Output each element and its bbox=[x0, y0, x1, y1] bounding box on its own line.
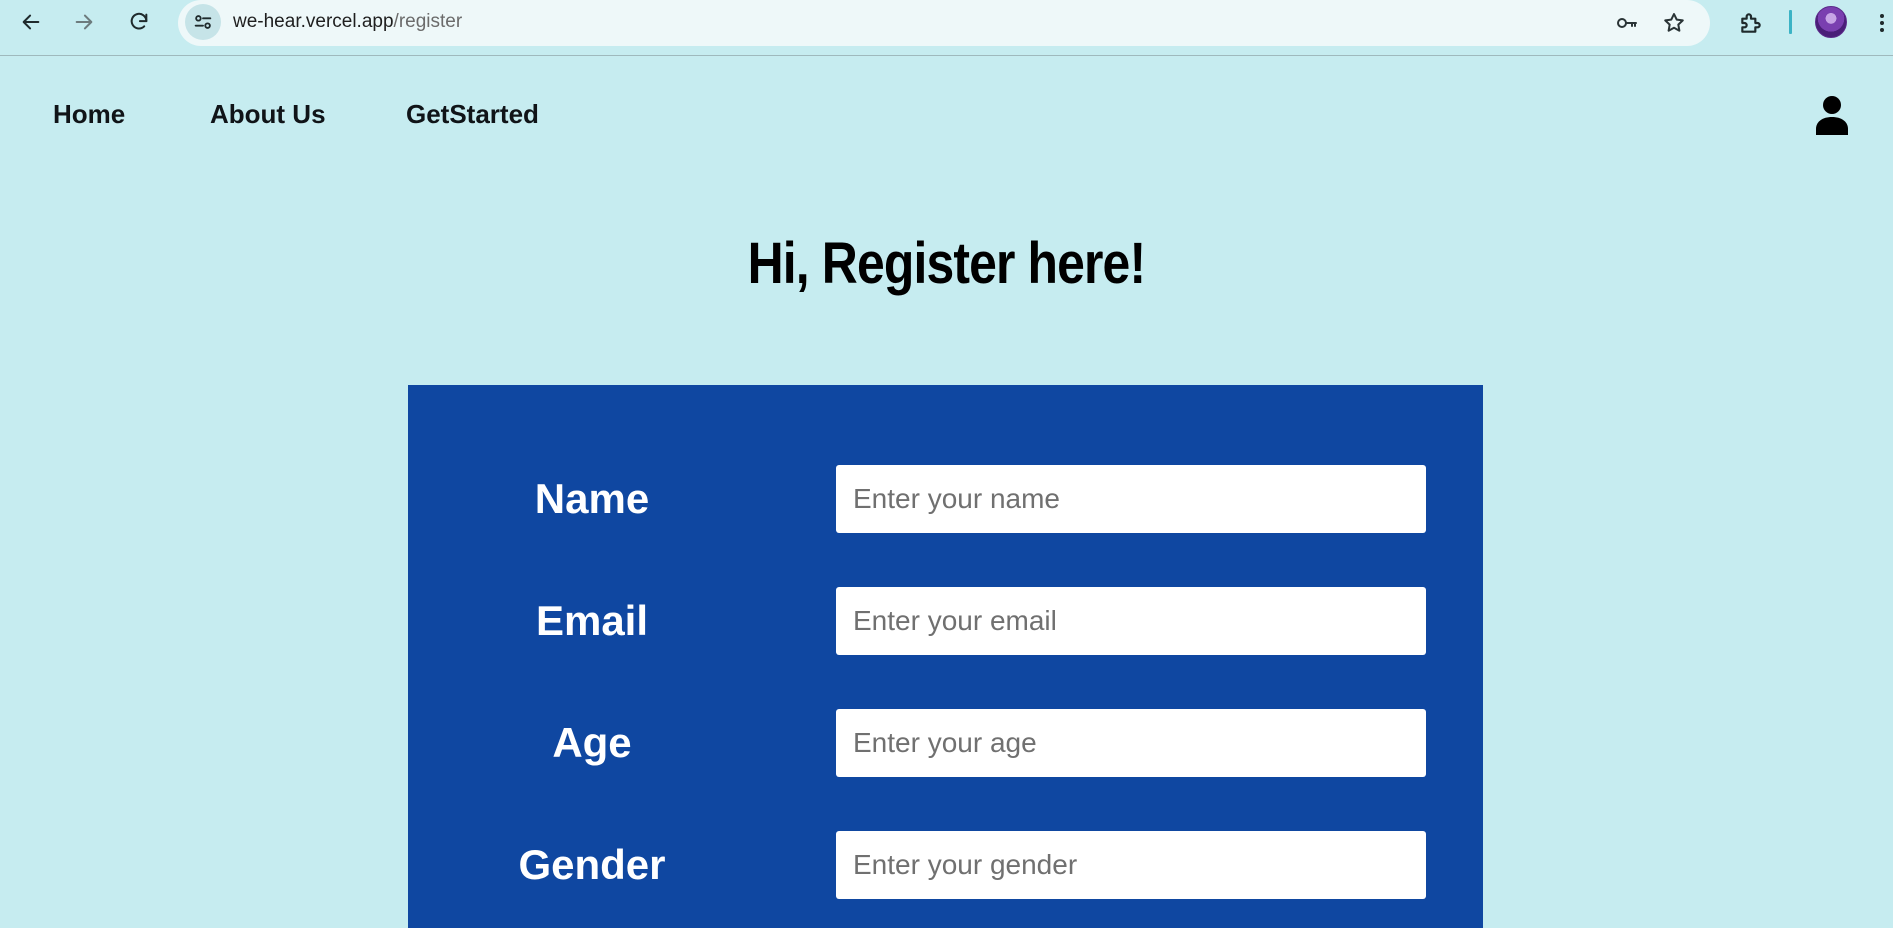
toolbar-divider bbox=[1789, 10, 1792, 34]
bookmark-star-icon[interactable] bbox=[1659, 8, 1689, 38]
email-row: Email bbox=[408, 587, 1483, 655]
age-label: Age bbox=[552, 719, 632, 766]
name-row: Name bbox=[408, 465, 1483, 533]
nav-get-started-link[interactable]: GetStarted bbox=[406, 99, 539, 130]
site-navbar: Home About Us GetStarted bbox=[0, 57, 1893, 177]
url-text[interactable]: we-hear.vercel.app/register bbox=[233, 11, 462, 33]
page-title: Hi, Register here! bbox=[747, 231, 1146, 296]
forward-button[interactable] bbox=[68, 6, 100, 38]
name-label: Name bbox=[534, 475, 650, 522]
gender-input[interactable] bbox=[836, 831, 1426, 899]
extensions-puzzle-icon[interactable] bbox=[1736, 8, 1766, 38]
site-settings-icon[interactable] bbox=[185, 4, 221, 40]
arrow-right-icon bbox=[75, 14, 93, 30]
age-input[interactable] bbox=[836, 709, 1426, 777]
age-row: Age bbox=[408, 709, 1483, 777]
address-bar[interactable]: we-hear.vercel.app/register bbox=[178, 0, 1710, 46]
url-path: /register bbox=[393, 11, 463, 32]
gender-label: Gender bbox=[518, 841, 666, 888]
url-host: we-hear.vercel.app bbox=[233, 11, 394, 32]
arrow-left-icon bbox=[22, 14, 40, 30]
kebab-menu-icon[interactable] bbox=[1872, 8, 1892, 38]
browser-toolbar: we-hear.vercel.app/register bbox=[0, 0, 1893, 56]
password-key-icon[interactable] bbox=[1612, 8, 1642, 38]
back-button[interactable] bbox=[15, 6, 47, 38]
gender-row: Gender bbox=[408, 831, 1483, 899]
user-icon[interactable] bbox=[1815, 95, 1849, 135]
name-input[interactable] bbox=[836, 465, 1426, 533]
registration-form: Name Email Age Gender bbox=[408, 385, 1483, 928]
nav-home-link[interactable]: Home bbox=[53, 99, 125, 130]
profile-avatar[interactable] bbox=[1815, 6, 1847, 38]
reload-icon bbox=[130, 12, 148, 30]
email-label: Email bbox=[535, 597, 649, 644]
email-input[interactable] bbox=[836, 587, 1426, 655]
reload-button[interactable] bbox=[123, 6, 155, 38]
nav-about-us-link[interactable]: About Us bbox=[210, 99, 326, 130]
